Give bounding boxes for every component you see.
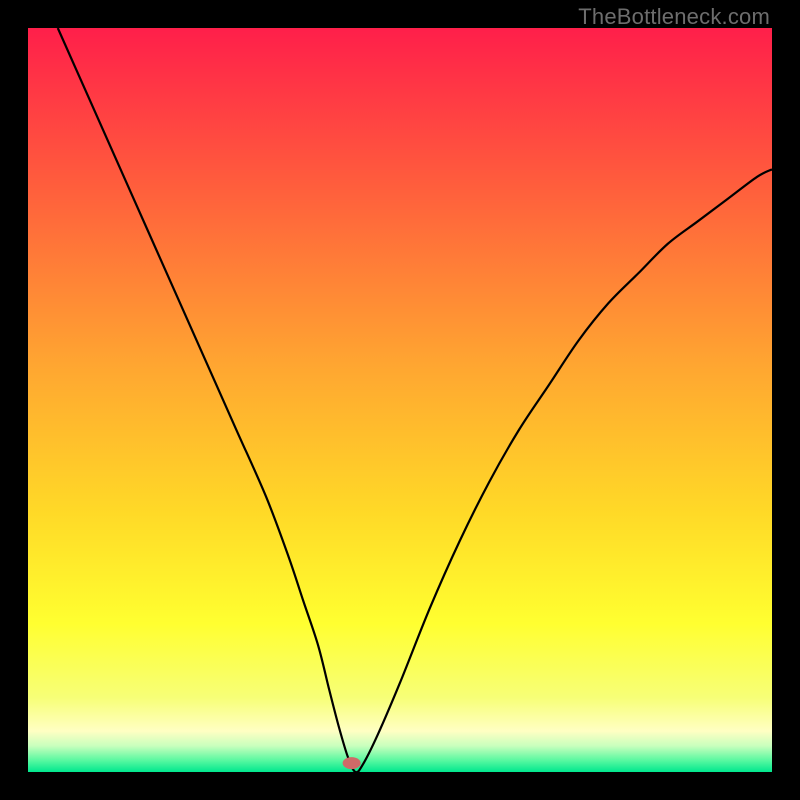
optimal-point-marker (343, 757, 361, 769)
watermark-label: TheBottleneck.com (578, 4, 770, 30)
chart-overlay (28, 28, 772, 772)
bottleneck-curve (58, 28, 772, 772)
chart-frame (28, 28, 772, 772)
